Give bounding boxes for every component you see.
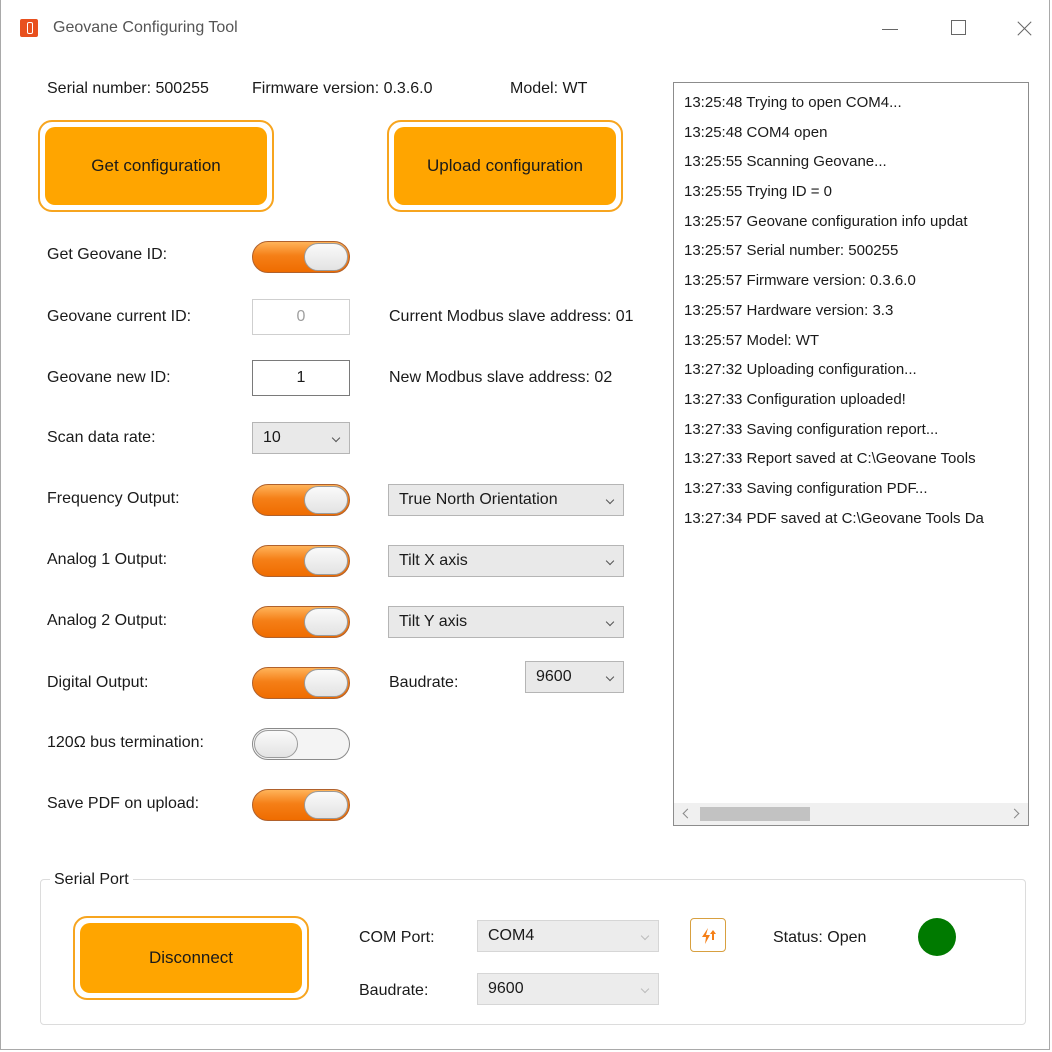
analog2-output-value: Tilt Y axis bbox=[399, 613, 468, 630]
scan-rate-value: 10 bbox=[263, 429, 281, 446]
app-window: Geovane Configuring Tool Serial number: … bbox=[0, 0, 1050, 1050]
chevron-down-icon bbox=[640, 931, 650, 941]
minimize-icon[interactable] bbox=[867, 12, 913, 44]
frequency-output-select[interactable]: True North Orientation bbox=[388, 484, 624, 516]
scroll-thumb[interactable] bbox=[700, 807, 810, 821]
upload-configuration-label: Upload configuration bbox=[394, 127, 616, 205]
toggle-knob bbox=[254, 730, 298, 758]
close-icon[interactable] bbox=[1001, 12, 1047, 44]
get-id-label: Get Geovane ID: bbox=[47, 246, 168, 263]
com-port-value: COM4 bbox=[488, 927, 535, 944]
log-line: 13:27:33 Saving configuration PDF... bbox=[684, 479, 928, 497]
log-list: 13:25:48 Trying to open COM4... 13:25:48 … bbox=[684, 93, 1028, 538]
log-panel[interactable]: 13:25:48 Trying to open COM4... 13:25:48 … bbox=[673, 82, 1029, 826]
analog2-output-toggle[interactable] bbox=[252, 606, 350, 638]
frequency-output-value: True North Orientation bbox=[399, 491, 558, 508]
firmware-version-label: Firmware version: 0.3.6.0 bbox=[252, 80, 433, 97]
new-modbus-label: New Modbus slave address: 02 bbox=[389, 369, 613, 386]
log-line: 13:25:48 Trying to open COM4... bbox=[684, 94, 902, 111]
frequency-output-label: Frequency Output: bbox=[47, 490, 180, 507]
new-id-label: Geovane new ID: bbox=[47, 369, 171, 386]
toggle-knob bbox=[304, 243, 348, 271]
new-id-field[interactable]: 1 bbox=[252, 360, 350, 396]
frequency-output-toggle[interactable] bbox=[252, 484, 350, 516]
chevron-down-icon bbox=[605, 556, 615, 566]
com-port-select[interactable]: COM4 bbox=[477, 920, 659, 952]
chevron-down-icon bbox=[605, 617, 615, 627]
digital-baudrate-value: 9600 bbox=[536, 668, 572, 685]
log-line: 13:25:57 Geovane configuration info upda… bbox=[684, 212, 968, 230]
log-line: 13:25:55 Trying ID = 0 bbox=[684, 183, 833, 201]
serial-number-label: Serial number: 500255 bbox=[47, 80, 209, 97]
log-line: 13:27:32 Uploading configuration... bbox=[684, 361, 917, 379]
serial-baudrate-value: 9600 bbox=[488, 980, 524, 997]
log-line: 13:25:57 Serial number: 500255 bbox=[684, 242, 899, 260]
analog1-output-value: Tilt X axis bbox=[399, 552, 468, 569]
analog1-output-select[interactable]: Tilt X axis bbox=[388, 545, 624, 577]
serial-port-group-label: Serial Port bbox=[50, 871, 133, 889]
chevron-down-icon bbox=[605, 495, 615, 505]
analog1-output-label: Analog 1 Output: bbox=[47, 551, 168, 568]
log-line: 13:27:33 Configuration uploaded! bbox=[684, 390, 906, 408]
status-indicator bbox=[918, 918, 956, 956]
get-configuration-button[interactable]: Get configuration bbox=[38, 120, 274, 212]
maximize-icon[interactable] bbox=[936, 12, 982, 44]
bus-termination-toggle[interactable] bbox=[252, 728, 350, 760]
log-line: 13:25:57 Firmware version: 0.3.6.0 bbox=[684, 272, 916, 290]
log-line: 13:27:33 Saving configuration report... bbox=[684, 420, 939, 438]
chevron-down-icon bbox=[331, 433, 341, 443]
scroll-left-icon[interactable] bbox=[682, 808, 693, 819]
disconnect-label: Disconnect bbox=[80, 923, 302, 993]
digital-baudrate-select[interactable]: 9600 bbox=[525, 661, 624, 693]
current-id-field: 0 bbox=[252, 299, 350, 335]
digital-output-toggle[interactable] bbox=[252, 667, 350, 699]
current-modbus-label: Current Modbus slave address: 01 bbox=[389, 308, 634, 325]
refresh-ports-button[interactable] bbox=[690, 918, 726, 952]
analog1-output-toggle[interactable] bbox=[252, 545, 350, 577]
toggle-knob bbox=[304, 486, 348, 514]
scan-rate-label: Scan data rate: bbox=[47, 429, 156, 446]
com-port-label: COM Port: bbox=[359, 929, 435, 946]
scan-rate-select[interactable]: 10 bbox=[252, 422, 350, 454]
toggle-knob bbox=[304, 669, 348, 697]
toggle-knob bbox=[304, 547, 348, 575]
serial-baudrate-label: Baudrate: bbox=[359, 982, 429, 999]
refresh-icon bbox=[702, 928, 716, 944]
get-id-toggle[interactable] bbox=[252, 241, 350, 273]
disconnect-button[interactable]: Disconnect bbox=[73, 916, 309, 1000]
model-label: Model: WT bbox=[510, 80, 588, 97]
chevron-down-icon bbox=[640, 984, 650, 994]
log-line: 13:27:34 PDF saved at C:\Geovane Tools D… bbox=[684, 509, 984, 527]
current-id-label: Geovane current ID: bbox=[47, 308, 192, 325]
horizontal-scrollbar[interactable] bbox=[674, 803, 1028, 825]
digital-output-label: Digital Output: bbox=[47, 674, 149, 691]
log-line: 13:25:57 Model: WT bbox=[684, 331, 820, 349]
upload-configuration-button[interactable]: Upload configuration bbox=[387, 120, 623, 212]
serial-baudrate-select[interactable]: 9600 bbox=[477, 973, 659, 1005]
save-pdf-toggle[interactable] bbox=[252, 789, 350, 821]
title-bar: Geovane Configuring Tool bbox=[1, 0, 1049, 56]
log-line: 13:25:57 Hardware version: 3.3 bbox=[684, 301, 894, 319]
analog2-output-label: Analog 2 Output: bbox=[47, 612, 168, 629]
log-line: 13:25:48 COM4 open bbox=[684, 123, 828, 141]
analog2-output-select[interactable]: Tilt Y axis bbox=[388, 606, 624, 638]
status-label: Status: Open bbox=[773, 929, 867, 946]
window-title: Geovane Configuring Tool bbox=[53, 19, 238, 36]
bus-termination-label: 120Ω bus termination: bbox=[47, 734, 204, 751]
log-line: 13:25:55 Scanning Geovane... bbox=[684, 153, 887, 171]
toggle-knob bbox=[304, 791, 348, 819]
digital-baudrate-label: Baudrate: bbox=[389, 674, 459, 691]
chevron-down-icon bbox=[605, 672, 615, 682]
scroll-right-icon[interactable] bbox=[1009, 808, 1020, 819]
save-pdf-label: Save PDF on upload: bbox=[47, 795, 200, 812]
app-logo-icon bbox=[20, 19, 38, 37]
toggle-knob bbox=[304, 608, 348, 636]
get-configuration-label: Get configuration bbox=[45, 127, 267, 205]
log-line: 13:27:33 Report saved at C:\Geovane Tool… bbox=[684, 450, 976, 468]
